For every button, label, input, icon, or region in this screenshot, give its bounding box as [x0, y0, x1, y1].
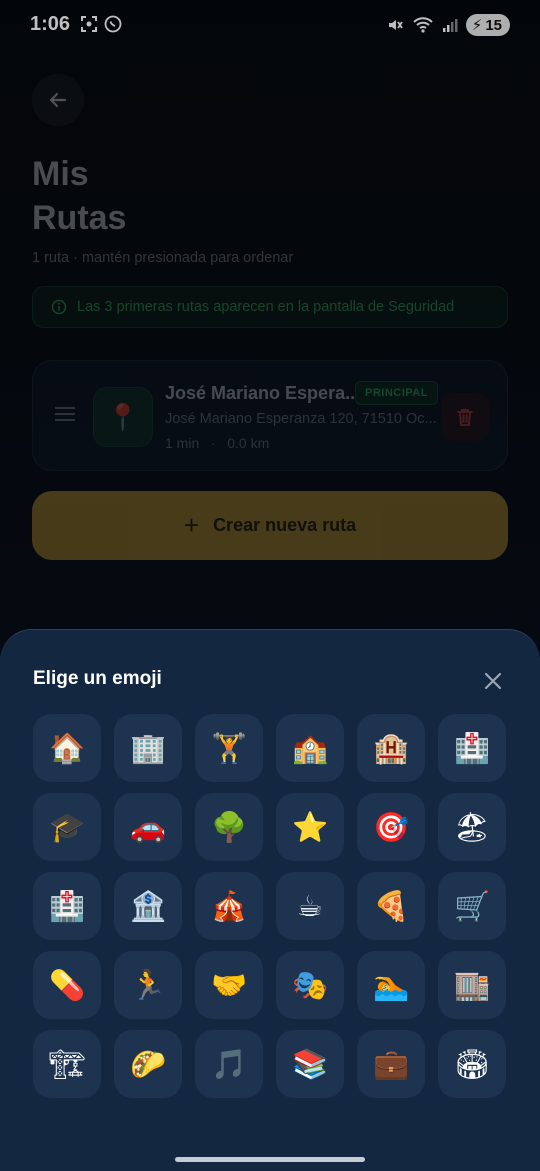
emoji-option[interactable]: 🎪: [195, 872, 263, 940]
emoji-picker-sheet: Elige un emoji 🏠 🏢 🏋 🏫 🏨 🏥 🎓 🚗 🌳 ⭐ 🎯 🏖 🏥 🏦 🎪 ☕ 🍕 🛒 💊 🏃 🤝 🎭 🏊 🏬 🏗…: [0, 629, 540, 1171]
close-icon: [484, 672, 502, 690]
emoji-option[interactable]: 🏋: [195, 714, 263, 782]
emoji-option[interactable]: 🍕: [357, 872, 425, 940]
emoji-option[interactable]: 💊: [33, 951, 101, 1019]
emoji-option[interactable]: 🎵: [195, 1030, 263, 1098]
emoji-option[interactable]: 🏢: [114, 714, 182, 782]
emoji-option[interactable]: 🏟: [438, 1030, 506, 1098]
home-indicator[interactable]: [175, 1157, 365, 1162]
emoji-option[interactable]: 🏫: [276, 714, 344, 782]
emoji-option[interactable]: 🚗: [114, 793, 182, 861]
emoji-option[interactable]: 🏃: [114, 951, 182, 1019]
close-button[interactable]: [476, 664, 510, 698]
emoji-option[interactable]: 💼: [357, 1030, 425, 1098]
emoji-option[interactable]: 🎓: [33, 793, 101, 861]
emoji-option[interactable]: 🌳: [195, 793, 263, 861]
emoji-option[interactable]: 🎯: [357, 793, 425, 861]
emoji-option[interactable]: 🏦: [114, 872, 182, 940]
emoji-option[interactable]: 🏖: [438, 793, 506, 861]
emoji-option[interactable]: ☕: [276, 872, 344, 940]
emoji-option[interactable]: 🎭: [276, 951, 344, 1019]
emoji-option[interactable]: 🌮: [114, 1030, 182, 1098]
emoji-option[interactable]: ⭐: [276, 793, 344, 861]
emoji-option[interactable]: 🏊: [357, 951, 425, 1019]
emoji-grid: 🏠 🏢 🏋 🏫 🏨 🏥 🎓 🚗 🌳 ⭐ 🎯 🏖 🏥 🏦 🎪 ☕ 🍕 🛒 💊 🏃 🤝 🎭 🏊 🏬 🏗 🌮 🎵 📚 💼 🏟: [33, 714, 507, 1098]
sheet-title: Elige un emoji: [33, 668, 162, 689]
emoji-option[interactable]: 🏥: [33, 872, 101, 940]
emoji-option[interactable]: 🏠: [33, 714, 101, 782]
emoji-option[interactable]: 🏗: [33, 1030, 101, 1098]
emoji-option[interactable]: 🤝: [195, 951, 263, 1019]
emoji-option[interactable]: 🏨: [357, 714, 425, 782]
emoji-option[interactable]: 🏬: [438, 951, 506, 1019]
emoji-option[interactable]: 🛒: [438, 872, 506, 940]
emoji-option[interactable]: 📚: [276, 1030, 344, 1098]
emoji-option[interactable]: 🏥: [438, 714, 506, 782]
